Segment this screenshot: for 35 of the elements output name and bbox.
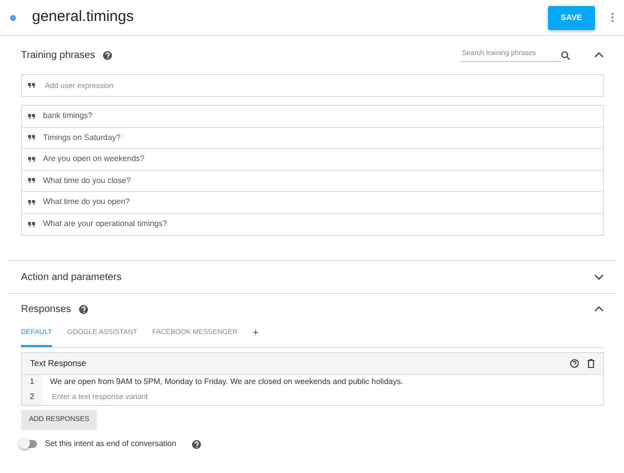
collapse-icon[interactable] [594, 52, 604, 58]
help-icon[interactable] [79, 304, 88, 314]
collapse-icon[interactable] [594, 306, 604, 312]
quote-icon [28, 178, 35, 184]
row-number: 1 [30, 376, 34, 388]
expand-icon[interactable] [594, 274, 604, 280]
card-title: Text Response [30, 356, 86, 370]
quote-icon [28, 222, 35, 227]
search-icon[interactable] [561, 50, 570, 60]
help-icon[interactable] [570, 358, 579, 368]
toggle-label: Set this intent as end of conversation [45, 438, 176, 450]
section-title: Action and parameters [21, 270, 122, 284]
section-title: Responses [21, 302, 72, 316]
training-phrase[interactable]: What time do you open? [43, 196, 130, 208]
page-title: general.timings [32, 7, 134, 28]
training-phrase[interactable]: Timings on Saturday? [43, 132, 121, 144]
add-tab-button[interactable]: + [252, 324, 259, 346]
quote-icon [28, 83, 35, 88]
help-icon[interactable] [192, 440, 202, 448]
help-icon[interactable] [103, 50, 112, 60]
training-phrase[interactable]: Are you open on weekends? [43, 153, 144, 166]
response-text[interactable]: We are open from 9AM to 5PM, Monday to Friday. We are closed on weekends and public holidays. [50, 376, 404, 388]
quote-icon [28, 200, 35, 205]
quote-icon [28, 114, 35, 119]
quote-icon [28, 135, 35, 140]
section-title: Training phrases [21, 48, 96, 62]
trash-icon[interactable] [587, 358, 595, 368]
training-phrase[interactable]: What time do you close? [43, 174, 131, 187]
status-dot-icon [10, 14, 16, 20]
quote-icon [28, 156, 35, 162]
training-phrase[interactable]: What are your operational timings? [43, 218, 168, 230]
row-number: 2 [30, 391, 34, 403]
more-icon[interactable] [611, 13, 614, 22]
training-phrase[interactable]: bank timings? [43, 110, 92, 122]
toggle-switch[interactable] [21, 440, 37, 448]
